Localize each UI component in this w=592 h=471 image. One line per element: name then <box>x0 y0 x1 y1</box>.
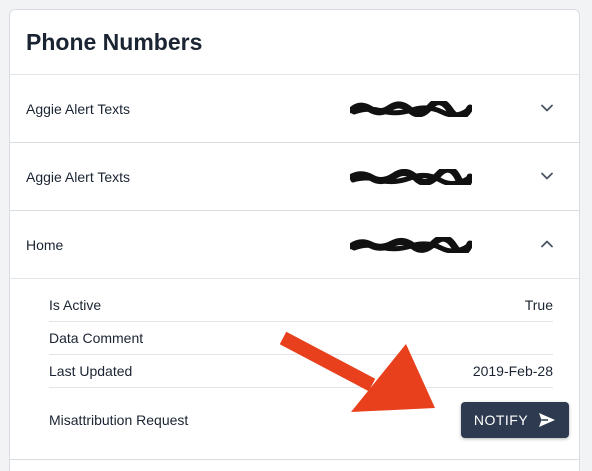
phone-numbers-card: Phone Numbers Aggie Alert Texts Aggie Al… <box>9 9 580 471</box>
phone-accordion-item[interactable]: Aggie Alert Texts <box>10 75 579 143</box>
detail-row-last-updated: Last Updated 2019-Feb-28 <box>49 355 553 388</box>
redacted-phone-number <box>350 237 472 253</box>
detail-row-is-active: Is Active True <box>49 289 553 322</box>
page-title: Phone Numbers <box>26 28 203 55</box>
detail-label: Misattribution Request <box>49 412 189 428</box>
detail-label: Data Comment <box>49 330 144 346</box>
card-divider <box>10 459 579 460</box>
detail-row-misattribution: Misattribution Request NOTIFY <box>49 388 569 452</box>
phone-type-label: Home <box>26 236 64 253</box>
card-header: Phone Numbers <box>10 10 579 75</box>
detail-value: 2019-Feb-28 <box>472 363 553 379</box>
chevron-up-icon[interactable] <box>538 235 556 253</box>
detail-label: Is Active <box>49 297 102 313</box>
phone-details-panel: Is Active True Data Comment Last Updated… <box>10 279 579 452</box>
notify-button-label: NOTIFY <box>473 412 529 428</box>
phone-accordion-item[interactable]: Aggie Alert Texts <box>10 143 579 211</box>
send-icon <box>539 413 556 427</box>
chevron-down-icon[interactable] <box>538 99 556 117</box>
notify-button[interactable]: NOTIFY <box>461 402 569 438</box>
detail-value: True <box>524 297 553 313</box>
phone-type-label: Aggie Alert Texts <box>26 168 131 185</box>
detail-row-data-comment: Data Comment <box>49 322 553 355</box>
redacted-phone-number <box>350 101 472 117</box>
chevron-down-icon[interactable] <box>538 167 556 185</box>
phone-accordion-item[interactable]: Home <box>10 211 579 279</box>
redacted-phone-number <box>350 169 472 185</box>
detail-label: Last Updated <box>49 363 133 379</box>
phone-type-label: Aggie Alert Texts <box>26 100 131 117</box>
